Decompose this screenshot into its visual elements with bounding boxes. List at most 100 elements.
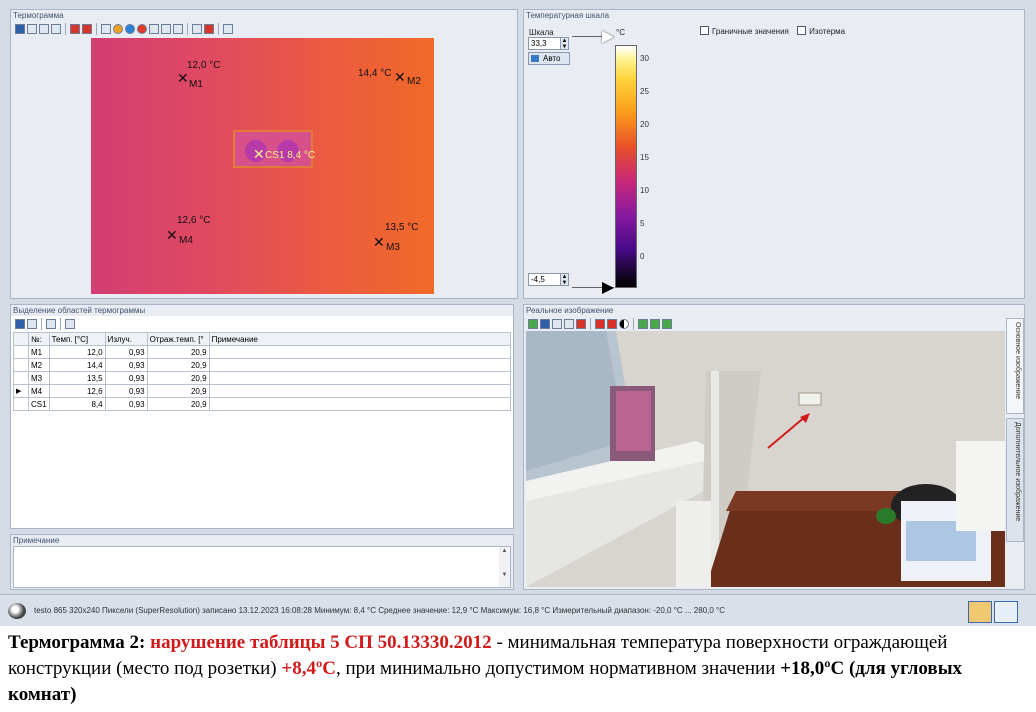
separator [633, 318, 634, 330]
contrast-icon[interactable] [619, 319, 629, 329]
col-header-temp[interactable]: Темп. [°C] [48, 332, 106, 346]
marker-m3-cross[interactable]: ✕ [373, 235, 385, 249]
table-row-selected[interactable]: ▶ M4 12,6 0,93 20,9 [13, 384, 512, 398]
cell-temp[interactable]: 14,4 [48, 358, 106, 372]
histogram-icon[interactable] [161, 24, 171, 34]
note-scrollbar[interactable]: ▲ ▼ [499, 547, 510, 587]
cell-id[interactable]: M4 [28, 384, 50, 398]
save-icon[interactable] [15, 319, 25, 329]
tab-extra-image[interactable]: Дополнительное изображение [1006, 418, 1024, 542]
limits-checkbox[interactable] [700, 26, 709, 35]
cell-reflected[interactable]: 20,9 [146, 345, 210, 359]
real-image-title: Реальное изображение [526, 306, 614, 315]
open-image-icon[interactable] [528, 319, 538, 329]
col-header-note[interactable]: Примечание [208, 332, 512, 346]
no-marker-icon[interactable] [149, 24, 159, 34]
cell-reflected[interactable]: 20,9 [146, 384, 210, 398]
scale-min-spinner[interactable]: ▲ ▼ [560, 273, 569, 286]
select-area-icon[interactable] [192, 24, 202, 34]
marker-m4-cross[interactable]: ✕ [166, 228, 178, 242]
marker-cs1-label: CS1 8,4 °C [265, 150, 316, 161]
delete-icon[interactable] [204, 24, 214, 34]
marker-cs1-cross[interactable]: ✕ [253, 147, 265, 161]
delete-icon[interactable] [576, 319, 586, 329]
cell-emissivity[interactable]: 0,93 [104, 384, 148, 398]
table-row[interactable]: M3 13,5 0,93 20,9 [13, 371, 512, 385]
scale-tick: 10 [640, 186, 649, 195]
isotherm-checkbox[interactable] [797, 26, 807, 35]
note-textarea[interactable] [13, 546, 511, 588]
cell-emissivity[interactable]: 0,93 [104, 358, 148, 372]
caption-title: Термограмма 2: [8, 632, 151, 653]
palette-alt-icon[interactable] [607, 319, 617, 329]
cell-id[interactable]: M1 [28, 345, 50, 359]
edit-icon[interactable] [65, 319, 75, 329]
cell-reflected[interactable]: 20,9 [146, 371, 210, 385]
palette-icon[interactable] [595, 319, 605, 329]
copy-icon[interactable] [552, 319, 562, 329]
cell-id[interactable]: M2 [28, 358, 50, 372]
isotherm-label: Изотерма [809, 27, 846, 36]
profile-icon[interactable] [173, 24, 183, 34]
thermometer-icon[interactable] [101, 24, 111, 34]
cell-reflected[interactable]: 20,9 [146, 397, 210, 411]
cell-id[interactable]: M3 [28, 371, 50, 385]
auto-button[interactable]: Авто [528, 52, 570, 65]
cell-id[interactable]: CS1 [28, 397, 50, 411]
cold-spot-icon[interactable] [125, 24, 135, 34]
caption-min-temp: +8,4ºС [281, 658, 336, 679]
zoom-in-icon[interactable] [638, 319, 648, 329]
cell-temp[interactable]: 12,0 [48, 345, 106, 359]
row-selector[interactable] [13, 371, 29, 385]
zoom-out-icon[interactable] [650, 319, 660, 329]
marker-m2-cross[interactable]: ✕ [394, 70, 406, 84]
scale-top-arrow[interactable] [602, 31, 614, 43]
export-icon[interactable] [39, 24, 49, 34]
cell-note[interactable] [208, 371, 512, 385]
scale-min-input[interactable]: -4,5 [528, 273, 564, 286]
print-icon[interactable] [564, 319, 574, 329]
table-row[interactable]: CS1 8,4 0,93 20,9 [13, 397, 512, 411]
row-selector-active[interactable]: ▶ [13, 384, 29, 398]
cell-temp[interactable]: 13,5 [48, 371, 106, 385]
measure-point-icon[interactable] [137, 24, 147, 34]
thermal-image[interactable]: 12,0 °C ✕ M1 14,4 °C ✕ M2 ✕ CS1 8,4 °C 1… [91, 38, 434, 294]
scale-bottom-arrow[interactable] [602, 282, 614, 294]
hot-spot-icon[interactable] [113, 24, 123, 34]
save-icon[interactable] [15, 24, 25, 34]
grid-icon[interactable] [223, 24, 233, 34]
cell-note[interactable] [208, 384, 512, 398]
scale-max-input[interactable]: 33,3 [528, 37, 564, 50]
tab-main-image[interactable]: Основное изображение [1006, 318, 1024, 414]
cell-temp[interactable]: 12,6 [48, 384, 106, 398]
cell-emissivity[interactable]: 0,93 [104, 345, 148, 359]
cell-note[interactable] [208, 345, 512, 359]
marker-m1-cross[interactable]: ✕ [177, 71, 189, 85]
cell-emissivity[interactable]: 0,93 [104, 397, 148, 411]
print-icon[interactable] [51, 24, 61, 34]
table-row[interactable]: M1 12,0 0,93 20,9 [13, 345, 512, 359]
cell-note[interactable] [208, 358, 512, 372]
layout-icon-2[interactable] [994, 601, 1018, 623]
palette-alt-icon[interactable] [82, 24, 92, 34]
row-selector[interactable] [13, 345, 29, 359]
cell-temp[interactable]: 8,4 [48, 397, 106, 411]
palette-icon[interactable] [70, 24, 80, 34]
cell-reflected[interactable]: 20,9 [146, 358, 210, 372]
delete-region-icon[interactable] [46, 319, 56, 329]
save-icon[interactable] [540, 319, 550, 329]
layout-icon-1[interactable] [968, 601, 992, 623]
scale-max-spinner[interactable]: ▲ ▼ [560, 37, 569, 50]
row-selector[interactable] [13, 358, 29, 372]
table-row[interactable]: M2 14,4 0,93 20,9 [13, 358, 512, 372]
copy-icon[interactable] [27, 24, 37, 34]
row-selector[interactable] [13, 397, 29, 411]
cell-note[interactable] [208, 397, 512, 411]
cell-emissivity[interactable]: 0,93 [104, 371, 148, 385]
zoom-fit-icon[interactable] [662, 319, 672, 329]
status-text: testo 865 320x240 Пиксели (SuperResoluti… [34, 606, 726, 615]
col-header-number[interactable]: №: [28, 332, 50, 346]
col-header-emissivity[interactable]: Излуч. [104, 332, 148, 346]
col-header-reflected[interactable]: Отраж.темп. [° [146, 332, 210, 346]
copy-icon[interactable] [27, 319, 37, 329]
